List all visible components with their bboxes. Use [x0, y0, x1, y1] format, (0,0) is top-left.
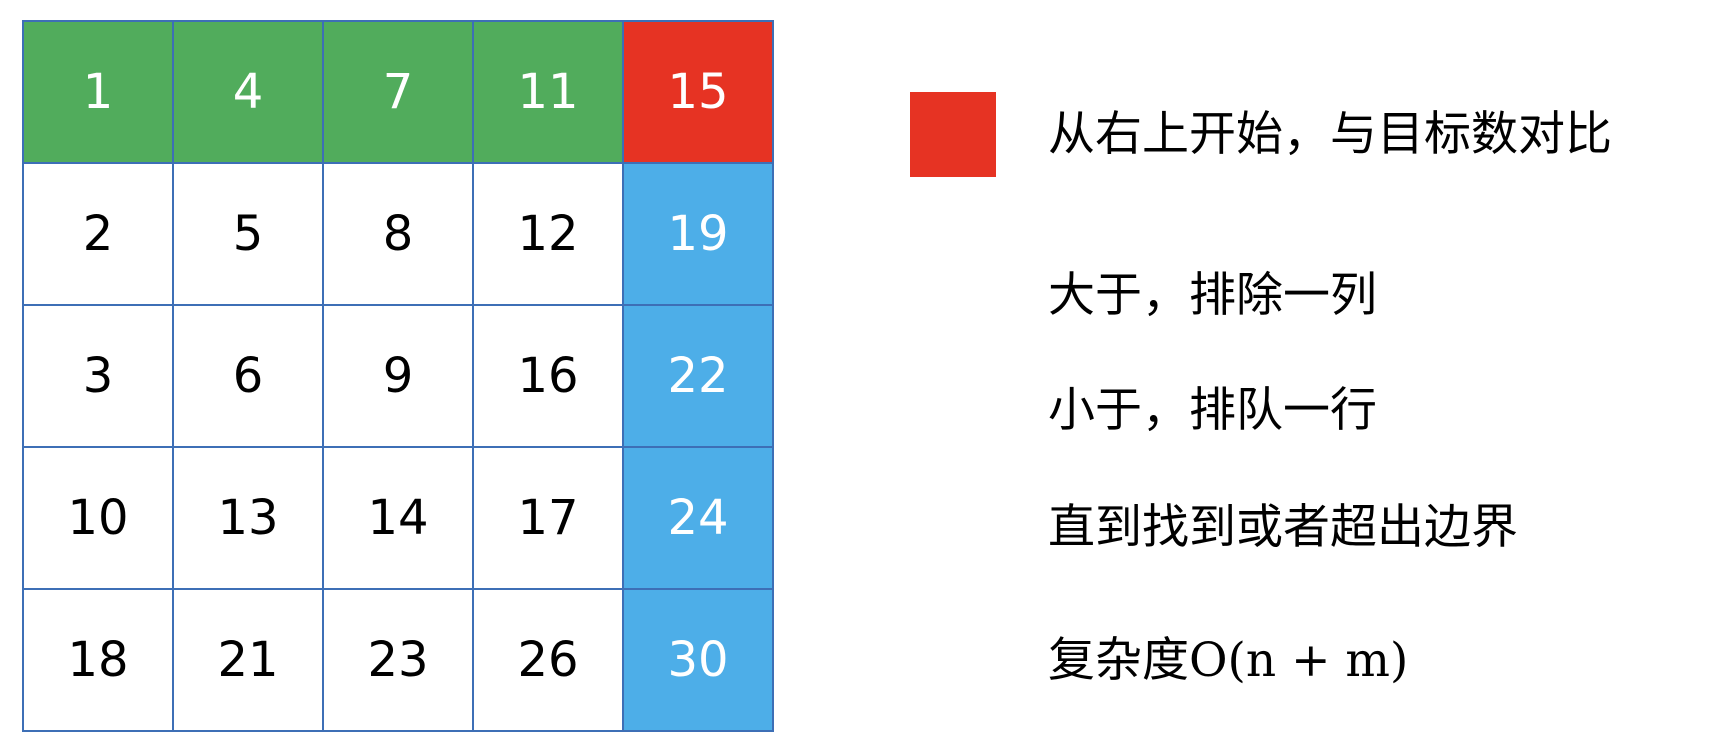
matrix-cell: 21: [172, 588, 324, 732]
matrix-cell: 17: [472, 446, 624, 590]
matrix-cell: 7: [322, 20, 474, 164]
complexity-note: 复杂度O(n + m): [1048, 637, 1408, 684]
matrix-cell: 14: [322, 446, 474, 590]
matrix-row: 18 21 23 26 30: [22, 588, 774, 732]
matrix-row: 10 13 14 17 24: [22, 446, 774, 590]
matrix-cell: 30: [622, 588, 774, 732]
matrix-cell: 6: [172, 304, 324, 448]
start-instruction: 从右上开始，与目标数对比: [1048, 107, 1612, 162]
termination-rule: 直到找到或者超出边界: [1048, 500, 1518, 555]
matrix-cell: 9: [322, 304, 474, 448]
matrix-row: 3 6 9 16 22: [22, 304, 774, 448]
matrix-row: 2 5 8 12 19: [22, 162, 774, 306]
matrix-cell: 5: [172, 162, 324, 306]
matrix-cell: 18: [22, 588, 174, 732]
matrix-cell: 23: [322, 588, 474, 732]
matrix-cell: 11: [472, 20, 624, 164]
matrix-cell: 26: [472, 588, 624, 732]
matrix-row: 1 4 7 11 15: [22, 20, 774, 164]
less-rule: 小于，排队一行: [1048, 383, 1377, 438]
number-matrix: 1 4 7 11 15 2 5 8 12 19 3 6 9 16 22 10 13 14 17 24 18 21 23 26 3…: [22, 20, 774, 732]
matrix-cell: 4: [172, 20, 324, 164]
matrix-cell: 13: [172, 446, 324, 590]
matrix-cell: 8: [322, 162, 474, 306]
matrix-cell: 1: [22, 20, 174, 164]
complexity-formula: O(n + m): [1189, 633, 1409, 688]
matrix-cell: 10: [22, 446, 174, 590]
matrix-cell: 24: [622, 446, 774, 590]
matrix-cell: 2: [22, 162, 174, 306]
matrix-body: 1 4 7 11 15 2 5 8 12 19 3 6 9 16 22 10 13 14 17 24 18 21 23 26 3…: [22, 20, 774, 732]
matrix-cell: 19: [622, 162, 774, 306]
matrix-cell: 15: [622, 20, 774, 164]
red-legend-swatch: [910, 92, 996, 177]
matrix-cell: 12: [472, 162, 624, 306]
matrix-cell: 16: [472, 304, 624, 448]
greater-rule: 大于，排除一列: [1048, 268, 1377, 323]
matrix-cell: 22: [622, 304, 774, 448]
matrix-cell: 3: [22, 304, 174, 448]
complexity-label: 复杂度: [1048, 633, 1189, 688]
